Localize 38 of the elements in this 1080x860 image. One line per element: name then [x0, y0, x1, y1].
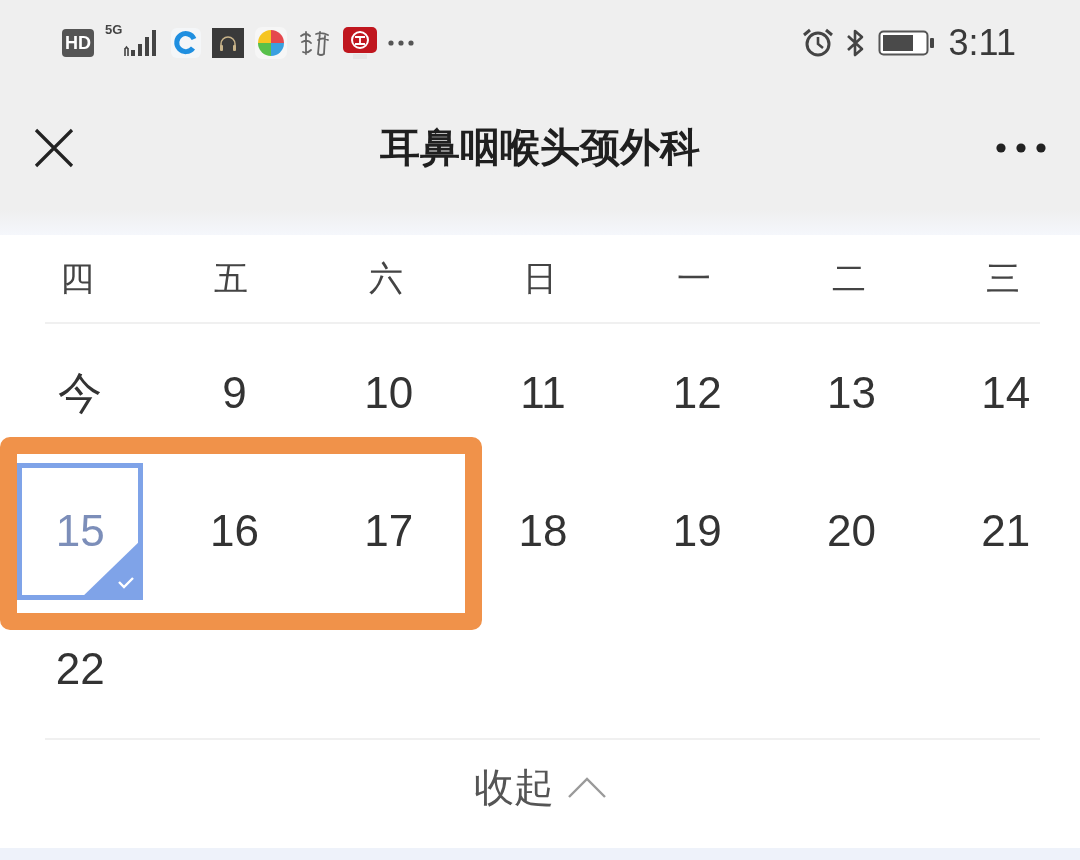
calendar-day[interactable]: 16 — [171, 487, 298, 575]
weekday-label: 五 — [214, 257, 249, 299]
page-title: 耳鼻咽喉头颈外科 — [380, 124, 700, 171]
weekday-label: 日 — [523, 257, 557, 299]
weekday-label: 一 — [677, 257, 712, 299]
calendar-day[interactable]: 20 — [788, 487, 915, 575]
ellipsis-icon — [388, 39, 415, 46]
calendar-day[interactable]: 10 — [325, 349, 452, 437]
network-badge: HD — [62, 28, 94, 57]
calendar-day[interactable]: 18 — [480, 487, 606, 575]
calendar-day[interactable]: 9 — [171, 349, 298, 437]
alarm-clock-icon — [801, 27, 834, 58]
calendar-day[interactable]: 17 — [325, 487, 452, 575]
collapse-button[interactable]: 收起 — [474, 759, 606, 815]
headphones-icon — [212, 27, 245, 58]
weekday-label: 四 — [60, 257, 95, 299]
calendar-day[interactable]: 21 — [942, 487, 1069, 575]
arc-app-icon — [171, 27, 202, 58]
calendar-day[interactable]: 13 — [788, 349, 915, 437]
calendar-day[interactable]: 12 — [634, 349, 761, 437]
seal-app-icon — [343, 26, 378, 59]
calendar-day[interactable]: 19 — [634, 487, 761, 575]
calendar-day[interactable]: 14 — [942, 349, 1069, 437]
chevron-up-icon — [568, 776, 606, 798]
more-button[interactable] — [996, 142, 1046, 153]
weekday-label: 二 — [831, 257, 866, 299]
close-button[interactable] — [34, 127, 74, 168]
weekday-label: 六 — [368, 257, 403, 299]
ball-app-icon — [255, 26, 288, 59]
weekday-label: 三 — [985, 257, 1020, 299]
network-type-label: 5G — [105, 21, 123, 37]
calendar-day[interactable]: 今 — [17, 349, 144, 437]
close-icon — [34, 127, 74, 168]
status-time: 3:11 — [948, 21, 1016, 64]
battery-icon — [877, 29, 936, 56]
calendar-day[interactable]: 22 — [17, 625, 144, 713]
more-icon — [996, 142, 1046, 153]
calendar-day[interactable]: 11 — [480, 349, 606, 437]
